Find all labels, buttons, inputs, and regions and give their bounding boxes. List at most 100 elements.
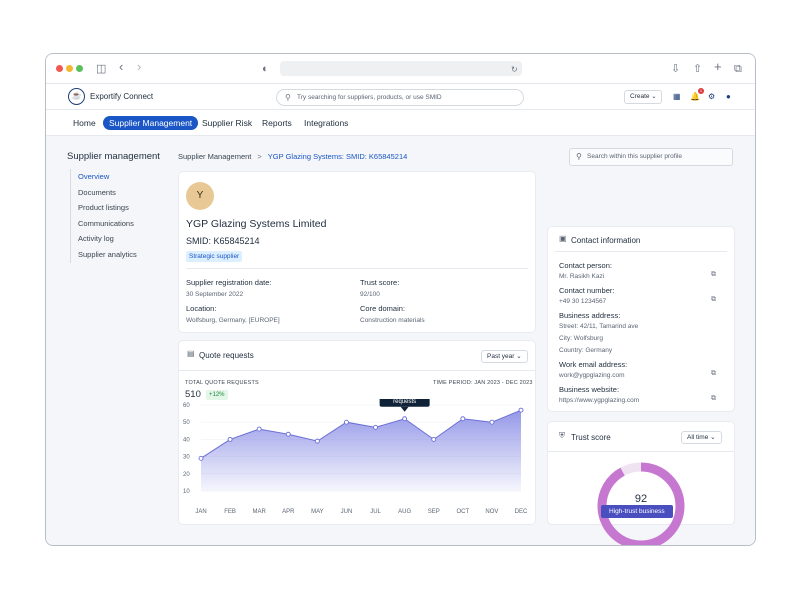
trust-period-select[interactable]: All time ⌄	[681, 431, 722, 444]
strategic-supplier-badge: Strategic supplier	[186, 251, 243, 262]
nav-home[interactable]: Home	[73, 117, 96, 130]
tooltip-arrow	[400, 406, 409, 412]
y-tick-label: 40	[183, 437, 190, 443]
period-select-label: Past year	[487, 353, 515, 360]
contact-card-icon: ▣	[559, 234, 567, 243]
copy-icon[interactable]: ⧉	[711, 296, 716, 304]
copy-icon[interactable]: ⧉	[711, 395, 716, 403]
announcements-icon[interactable]: ▦	[673, 92, 681, 101]
breadcrumb-current: YGP Glazing Systems: SMID: K65845214	[267, 152, 408, 161]
sidebar-item-communications[interactable]: Communications	[78, 216, 137, 232]
quote-requests-card: ▤ Quote requests Past year ⌄ TOTAL QUOTE…	[179, 341, 535, 524]
supplier-avatar: Y	[186, 182, 214, 210]
reload-icon[interactable]: ↻	[511, 63, 518, 77]
supplier-card: Y YGP Glazing Systems Limited SMID: K658…	[179, 172, 535, 332]
back-icon[interactable]: ‹	[119, 60, 123, 74]
minimize-window-button[interactable]	[66, 65, 73, 72]
nav-integrations[interactable]: Integrations	[304, 117, 348, 130]
profile-search-input[interactable]: ⚲ Search within this supplier profile	[569, 148, 733, 166]
x-tick-label: JUL	[370, 509, 381, 515]
copy-icon[interactable]: ⧉	[711, 271, 716, 279]
sidebar-item-documents[interactable]: Documents	[78, 185, 137, 201]
nav-reports[interactable]: Reports	[262, 117, 292, 130]
close-window-button[interactable]	[56, 65, 63, 72]
x-tick-label: MAR	[253, 509, 267, 515]
sidebar-title: Supplier management	[67, 151, 160, 162]
data-point	[344, 419, 349, 425]
contact-person-value: Mr. Rasikh Kazi	[559, 273, 605, 280]
data-point	[431, 436, 437, 442]
registration-value: 30 September 2022	[186, 291, 244, 298]
search-icon: ⚲	[285, 93, 291, 102]
nav-supplier-management[interactable]: Supplier Management	[103, 116, 199, 130]
sidebar-item-supplier-analytics[interactable]: Supplier analytics	[78, 247, 137, 263]
gear-icon[interactable]: ⚙	[708, 92, 715, 101]
divider	[555, 251, 727, 252]
x-tick-label: APR	[282, 509, 295, 515]
forward-icon[interactable]: ›	[137, 60, 141, 74]
total-quote-requests-label: TOTAL QUOTE REQUESTS	[185, 380, 259, 386]
data-point	[198, 455, 204, 461]
data-point	[402, 416, 408, 422]
work-email-value[interactable]: work@ygpglazing.com	[559, 372, 625, 379]
divider	[186, 268, 528, 269]
notification-badge: 1	[698, 88, 704, 94]
registration-label: Supplier registration date:	[186, 278, 272, 287]
user-avatar-icon[interactable]: ●	[726, 92, 731, 101]
sidebar-item-activity-log[interactable]: Activity log	[78, 231, 137, 247]
tabs-overview-icon[interactable]: ⧉	[734, 62, 742, 76]
privacy-shield-icon[interactable]: ◐	[262, 62, 269, 76]
sidebar-toggle-icon[interactable]: ◫	[96, 62, 106, 76]
create-button[interactable]: Create ⌄	[624, 90, 662, 104]
breadcrumb-separator: >	[257, 152, 262, 161]
copy-icon[interactable]: ⧉	[711, 370, 716, 378]
location-value: Wolfsburg, Germany, [EUROPE]	[186, 317, 280, 324]
supplier-smid: SMID: K65845214	[186, 236, 260, 246]
x-tick-label: JAN	[195, 509, 206, 515]
data-point	[518, 407, 524, 413]
profile-search-placeholder: Search within this supplier profile	[587, 153, 683, 160]
breadcrumb-parent[interactable]: Supplier Management	[178, 152, 251, 161]
main-nav: Home Supplier Management Supplier Risk R…	[46, 110, 755, 136]
document-icon: ▤	[187, 349, 195, 358]
data-point	[256, 426, 262, 432]
address-country: Country: Germany	[559, 347, 613, 354]
maximize-window-button[interactable]	[76, 65, 83, 72]
download-icon[interactable]: ⇩	[671, 62, 680, 76]
browser-window: ◫ ‹ › ◐ ↻ ⇩ ⇧ + ⧉ ☕ Exportify Connect ⚲ …	[45, 53, 756, 546]
period-select[interactable]: Past year ⌄	[481, 350, 528, 363]
global-search-input[interactable]: ⚲ Try searching for suppliers, products,…	[276, 89, 524, 106]
nav-supplier-risk[interactable]: Supplier Risk	[202, 117, 252, 130]
divider	[548, 451, 734, 452]
data-point	[227, 436, 233, 442]
trust-score-label: Trust score:	[360, 278, 400, 287]
chevron-down-icon: ⌄	[710, 434, 716, 441]
sidebar-item-product-listings[interactable]: Product listings	[78, 200, 137, 216]
create-button-label: Create	[630, 93, 650, 100]
trust-period-select-label: All time	[687, 434, 709, 441]
chevron-down-icon: ⌄	[651, 94, 657, 100]
tooltip-unit: requests	[393, 399, 416, 405]
address-bar[interactable]	[280, 61, 522, 76]
website-value[interactable]: https://www.ygpglazing.com	[559, 397, 639, 404]
contact-person-label: Contact person:	[559, 261, 612, 270]
page-content: Supplier management Overview Documents P…	[46, 136, 755, 545]
share-icon[interactable]: ⇧	[693, 62, 702, 76]
breadcrumb: Supplier Management > YGP Glazing Systems:…	[178, 152, 407, 161]
y-tick-label: 30	[183, 455, 190, 461]
core-domain-label: Core domain:	[360, 304, 406, 313]
address-city: City: Wolfsburg	[559, 335, 603, 342]
x-tick-label: AUG	[398, 509, 411, 515]
trust-score-value: 92	[634, 493, 648, 505]
sidebar-item-overview[interactable]: Overview	[78, 169, 137, 185]
business-address-label: Business address:	[559, 311, 621, 320]
x-tick-label: JUN	[341, 509, 353, 515]
y-tick-label: 10	[183, 489, 190, 495]
x-tick-label: OCT	[456, 509, 469, 515]
new-tab-icon[interactable]: +	[714, 60, 722, 74]
x-tick-label: NOV	[485, 509, 498, 515]
sidebar-menu: Overview Documents Product listings Comm…	[70, 169, 137, 263]
data-point	[489, 419, 495, 425]
address-street: Street: 42/11, Tamarind ave	[559, 323, 639, 330]
core-domain-value: Construction materials	[360, 317, 425, 324]
